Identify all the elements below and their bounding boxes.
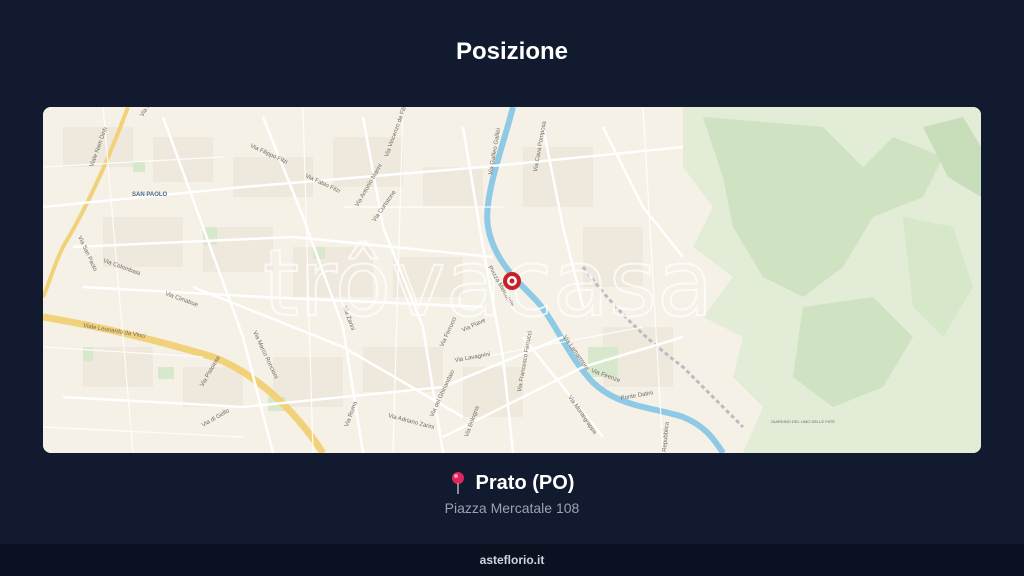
page-title: Posizione bbox=[455, 38, 569, 65]
map[interactable]: Viale Nam Dinh Via Pistoiese Via Filippo… bbox=[43, 107, 981, 453]
watermark: trôvacasa bbox=[263, 230, 713, 337]
city-name: Prato (PO) bbox=[475, 471, 575, 494]
footer: asteflorio.it bbox=[0, 544, 1024, 576]
map-canvas[interactable]: Viale Nam Dinh Via Pistoiese Via Filippo… bbox=[43, 107, 981, 453]
location-title: Prato (PO) bbox=[0, 471, 1024, 495]
district-label: SAN PAOLO bbox=[132, 192, 168, 198]
footer-site-link[interactable]: asteflorio.it bbox=[480, 553, 545, 567]
location-marker[interactable] bbox=[503, 272, 521, 290]
street-label: GIARDINO DEL LIMO DELLE FATE bbox=[771, 419, 835, 424]
address: Piazza Mercatale 108 bbox=[444, 500, 580, 516]
pin-icon bbox=[451, 472, 464, 494]
